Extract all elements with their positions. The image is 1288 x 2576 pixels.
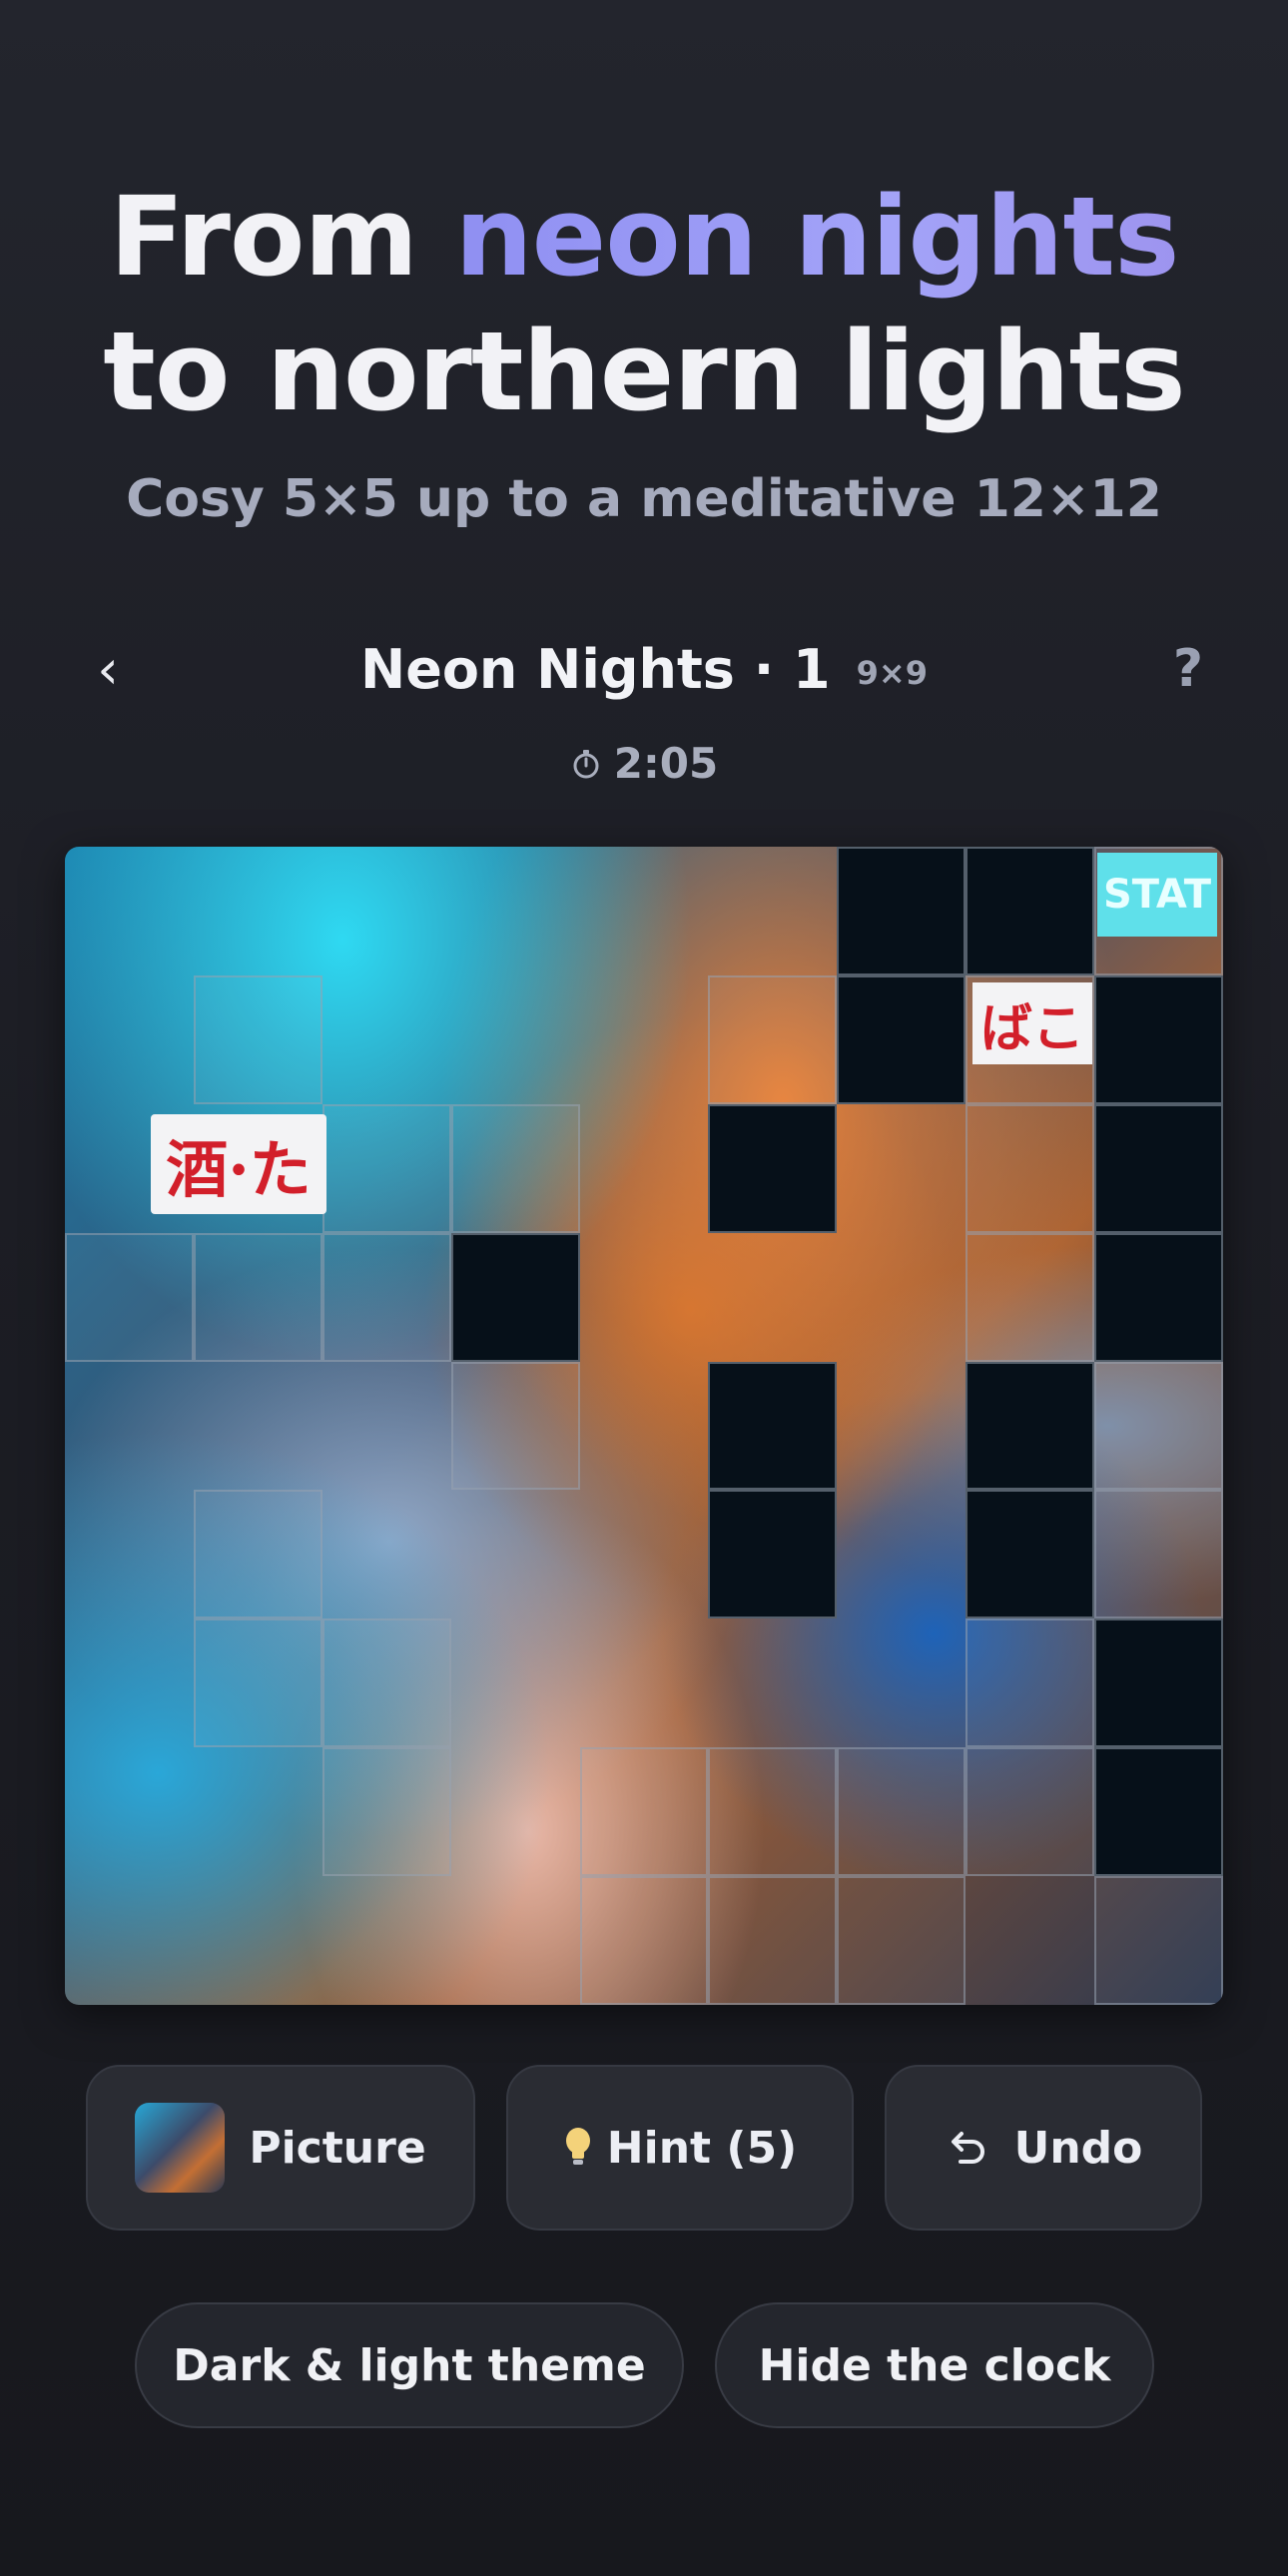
empty-tile[interactable] [708, 1103, 838, 1233]
picture-thumbnail [135, 2103, 226, 2193]
station-sign: STAT [1097, 853, 1217, 937]
puzzle-tile[interactable] [708, 1876, 838, 2005]
undo-button[interactable]: Undo [885, 2065, 1202, 2231]
puzzle-tile[interactable] [966, 1618, 1095, 1748]
puzzle-tile[interactable] [837, 1747, 966, 1877]
empty-tile[interactable] [837, 974, 966, 1104]
timer: 2:05 [0, 739, 1288, 788]
puzzle-tile[interactable] [322, 1103, 451, 1233]
puzzle-tile[interactable] [322, 1232, 451, 1362]
undo-label: Undo [1013, 2122, 1143, 2174]
app-promo-screen: From neon nights to northern lights Cosy… [0, 0, 1288, 2576]
puzzle-tile[interactable] [579, 1876, 709, 2005]
puzzle-tile[interactable] [1094, 1490, 1223, 1619]
picture-button[interactable]: Picture [86, 2065, 475, 2231]
headline: From neon nights to northern lights [0, 170, 1288, 439]
hako-sign: ばこ [972, 982, 1092, 1064]
puzzle-tile[interactable] [966, 1747, 1095, 1877]
puzzle-tile[interactable] [65, 1232, 194, 1362]
empty-tile[interactable] [1094, 1747, 1223, 1877]
hint-button[interactable]: Hint (5) [506, 2065, 854, 2231]
sake-sign: 酒·た [151, 1114, 326, 1214]
hint-label: Hint (5) [606, 2122, 798, 2174]
empty-tile[interactable] [837, 847, 966, 975]
puzzle-tile[interactable] [1094, 1876, 1223, 2005]
puzzle-board[interactable]: STAT 酒·た ばこ [65, 847, 1223, 2005]
empty-tile[interactable] [1094, 1103, 1223, 1233]
puzzle-tile[interactable] [193, 1490, 322, 1619]
feature-chips: Dark & light theme Hide the clock [0, 2302, 1288, 2428]
puzzle-tile[interactable] [966, 1103, 1095, 1233]
lightbulb-icon [563, 2126, 593, 2170]
timer-value: 2:05 [613, 739, 719, 788]
empty-tile[interactable] [708, 1490, 838, 1619]
empty-tile[interactable] [966, 1490, 1095, 1619]
controls: Picture Hint (5) Undo [0, 2065, 1288, 2231]
puzzle-tile[interactable] [708, 974, 838, 1104]
hide-clock-chip[interactable]: Hide the clock [715, 2302, 1154, 2428]
empty-tile[interactable] [708, 1361, 838, 1491]
puzzle-tile[interactable] [193, 1232, 322, 1362]
puzzle-tile[interactable] [579, 1747, 709, 1877]
headline-line-1: From neon nights [0, 170, 1288, 305]
picture-label: Picture [249, 2122, 426, 2174]
theme-chip[interactable]: Dark & light theme [135, 2302, 684, 2428]
empty-tile[interactable] [450, 1232, 580, 1362]
headline-plain: From [109, 173, 455, 301]
game-header: ‹ Neon Nights · 1 9×9 ? [0, 629, 1288, 709]
empty-tile[interactable] [966, 1361, 1095, 1491]
puzzle-tile[interactable] [193, 974, 322, 1104]
headline-accent: neon nights [454, 173, 1179, 301]
puzzle-tile[interactable] [450, 1361, 580, 1491]
empty-tile[interactable] [966, 847, 1095, 975]
puzzle-tile[interactable] [322, 1747, 451, 1877]
empty-tile[interactable] [1094, 974, 1223, 1104]
headline-line-2: to northern lights [103, 308, 1185, 435]
undo-icon [945, 2126, 988, 2170]
puzzle-tile[interactable] [1094, 1361, 1223, 1491]
empty-tile[interactable] [1094, 1232, 1223, 1362]
puzzle-tile[interactable] [837, 1876, 966, 2005]
stopwatch-icon [570, 748, 602, 780]
level-name: Neon Nights · 1 [360, 637, 831, 701]
empty-tile[interactable] [1094, 1618, 1223, 1748]
puzzle-tile[interactable] [966, 1232, 1095, 1362]
puzzle-tile[interactable] [322, 1618, 451, 1748]
puzzle-tile[interactable] [193, 1618, 322, 1748]
grid-size-label: 9×9 [856, 654, 928, 692]
puzzle-tile[interactable] [450, 1103, 580, 1233]
level-title: Neon Nights · 1 9×9 [0, 629, 1288, 709]
help-icon[interactable]: ? [1158, 629, 1218, 709]
puzzle-tile[interactable] [708, 1747, 838, 1877]
subtitle: Cosy 5×5 up to a meditative 12×12 [126, 469, 1162, 529]
